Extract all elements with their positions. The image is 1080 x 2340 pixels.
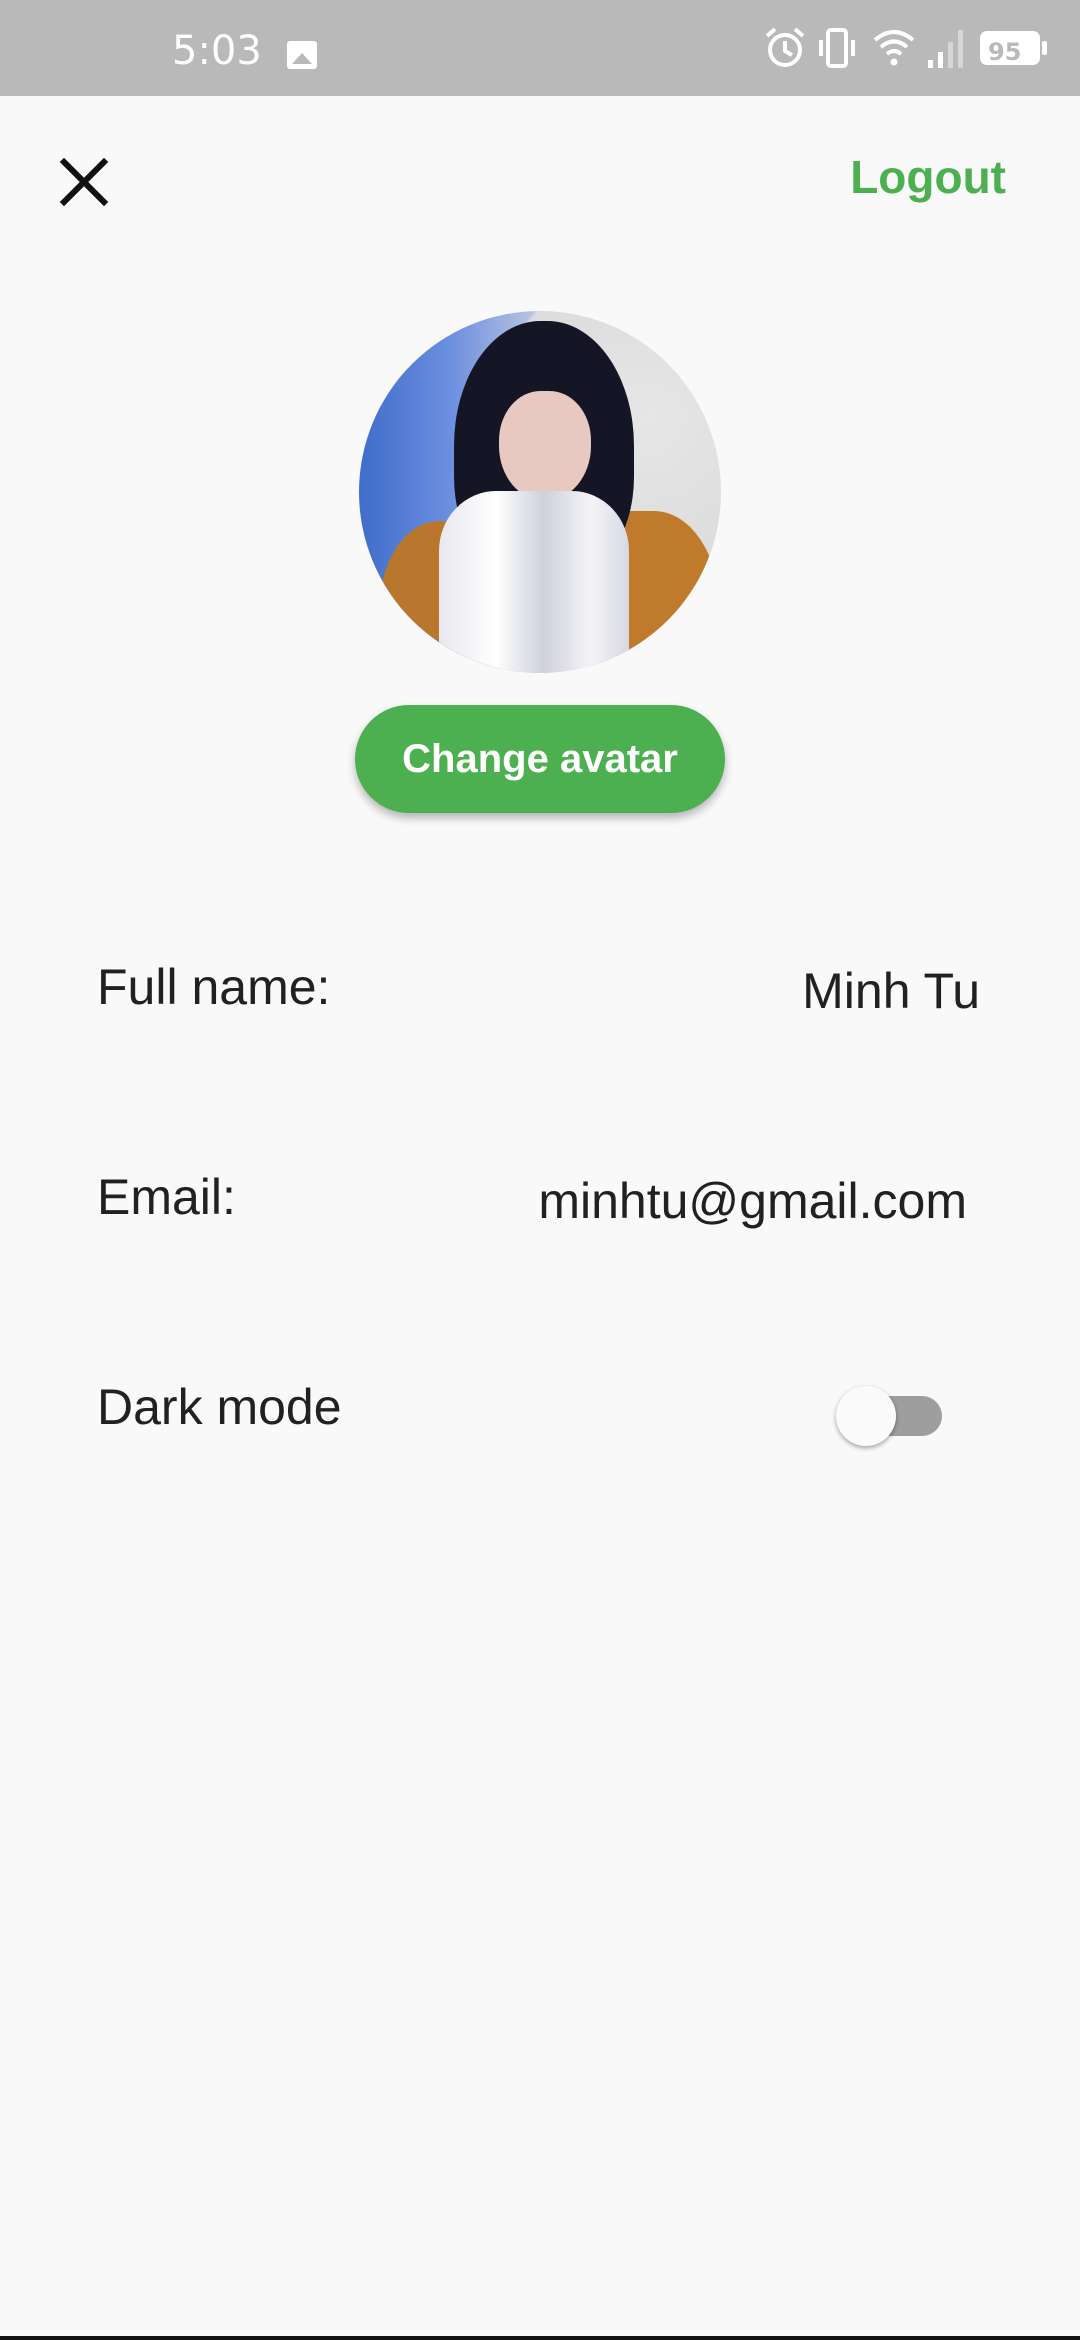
status-icons: 95 xyxy=(760,26,1060,86)
avatar-face xyxy=(499,391,591,501)
battery-level: 95 xyxy=(988,38,1022,66)
signal-icon xyxy=(928,30,963,68)
bottom-edge xyxy=(0,2336,1080,2340)
email-label: Email: xyxy=(97,1169,236,1225)
vibrate-icon xyxy=(819,28,855,68)
full-name-value: Minh Tu xyxy=(802,963,980,1019)
close-icon xyxy=(59,157,109,207)
logout-button[interactable]: Logout xyxy=(850,150,1006,204)
image-icon xyxy=(287,41,317,69)
change-avatar-button[interactable]: Change avatar xyxy=(355,705,725,813)
status-bar: 5:03 95 xyxy=(0,0,1080,96)
email-value: minhtu@gmail.com xyxy=(538,1173,967,1229)
close-button[interactable] xyxy=(46,144,122,220)
dark-mode-label: Dark mode xyxy=(97,1379,342,1435)
dark-mode-toggle[interactable] xyxy=(834,1378,948,1446)
wifi-icon xyxy=(873,30,915,66)
avatar xyxy=(359,311,721,673)
full-name-label: Full name: xyxy=(97,959,331,1015)
status-time: 5:03 xyxy=(172,28,262,74)
avatar-top xyxy=(439,491,629,673)
toggle-thumb xyxy=(836,1386,896,1446)
alarm-icon xyxy=(765,27,805,67)
